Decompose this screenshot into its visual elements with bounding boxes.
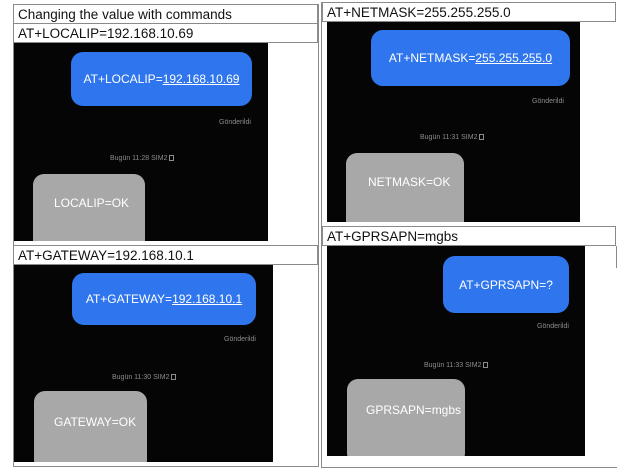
gprsapn-command-header: AT+GPRSAPN=mgbs [322, 226, 616, 246]
localip-outgoing-bubble: AT+LOCALIP= 192.168.10.69 [71, 52, 252, 106]
outgoing-command-value: 255.255.255.0 [475, 51, 553, 65]
reply-text: GPRSAPN=mgbs [366, 403, 462, 417]
timestamp-text: Bugün 11:28 SIM2 [110, 155, 168, 162]
sent-label: Gönderildi [219, 119, 251, 126]
reply-text: LOCALIP=OK [54, 196, 130, 210]
sim-card-icon [479, 134, 485, 140]
outgoing-command-prefix: AT+NETMASK= [388, 51, 476, 65]
table-divider [318, 4, 319, 467]
message-timestamp: Bugün 11:30 SIM2 [112, 374, 177, 381]
outgoing-command: AT+GPRSAPN=? [459, 277, 553, 292]
outgoing-command-value: 192.168.10.69 [162, 72, 240, 86]
sim-card-icon [171, 374, 177, 380]
timestamp-text: Bugün 11:33 SIM2 [424, 362, 482, 369]
table-divider [616, 246, 617, 268]
timestamp-text: Bugün 11:30 SIM2 [112, 374, 170, 381]
localip-chat-screenshot: AT+LOCALIP= 192.168.10.69 Gönderildi Bugü… [14, 43, 268, 241]
message-timestamp: Bugün 11:31 SIM2 [420, 134, 485, 141]
sent-label: Gönderildi [537, 323, 569, 330]
netmask-chat-screenshot: AT+NETMASK= 255.255.255.0 Gönderildi Bugü… [327, 22, 580, 222]
outgoing-command-prefix: AT+GATEWAY= [85, 292, 173, 306]
table-title: Changing the value with commands [13, 4, 318, 24]
reply-text: GATEWAY=OK [54, 415, 137, 429]
netmask-reply-bubble: NETMASK=OK [346, 153, 464, 222]
table-divider [13, 4, 14, 467]
message-timestamp: Bugün 11:33 SIM2 [424, 362, 489, 369]
gateway-reply-bubble: GATEWAY=OK [34, 391, 147, 462]
sim-card-icon [169, 155, 175, 161]
outgoing-command-prefix: AT+LOCALIP= [83, 72, 163, 86]
gateway-outgoing-bubble: AT+GATEWAY= 192.168.10.1 [72, 273, 256, 325]
localip-reply-bubble: LOCALIP=OK [33, 174, 145, 241]
table-divider [321, 467, 617, 468]
sim-card-icon [483, 362, 489, 368]
outgoing-command-value: 192.168.10.1 [172, 292, 243, 306]
sent-label: Gönderildi [532, 98, 564, 105]
message-timestamp: Bugün 11:28 SIM2 [110, 155, 175, 162]
gprsapn-reply-bubble: GPRSAPN=mgbs [347, 379, 465, 456]
sent-label: Gönderildi [224, 336, 256, 343]
netmask-outgoing-bubble: AT+NETMASK= 255.255.255.0 [371, 30, 570, 86]
timestamp-text: Bugün 11:31 SIM2 [420, 134, 478, 141]
table-divider [321, 2, 322, 468]
table-divider [13, 466, 319, 467]
document-table: Changing the value with commands AT+LOCA… [0, 0, 629, 473]
netmask-command-header: AT+NETMASK=255.255.255.0 [322, 2, 616, 22]
gprsapn-outgoing-bubble: AT+GPRSAPN=? [443, 256, 569, 313]
gprsapn-chat-screenshot: AT+GPRSAPN=? Gönderildi Bugün 11:33 SIM2… [327, 246, 585, 456]
localip-command-header: AT+LOCALIP=192.168.10.69 [13, 23, 318, 43]
gateway-chat-screenshot: AT+GATEWAY= 192.168.10.1 Gönderildi Bugün… [14, 265, 273, 462]
gateway-command-header: AT+GATEWAY=192.168.10.1 [13, 245, 318, 265]
reply-text: NETMASK=OK [368, 175, 451, 189]
